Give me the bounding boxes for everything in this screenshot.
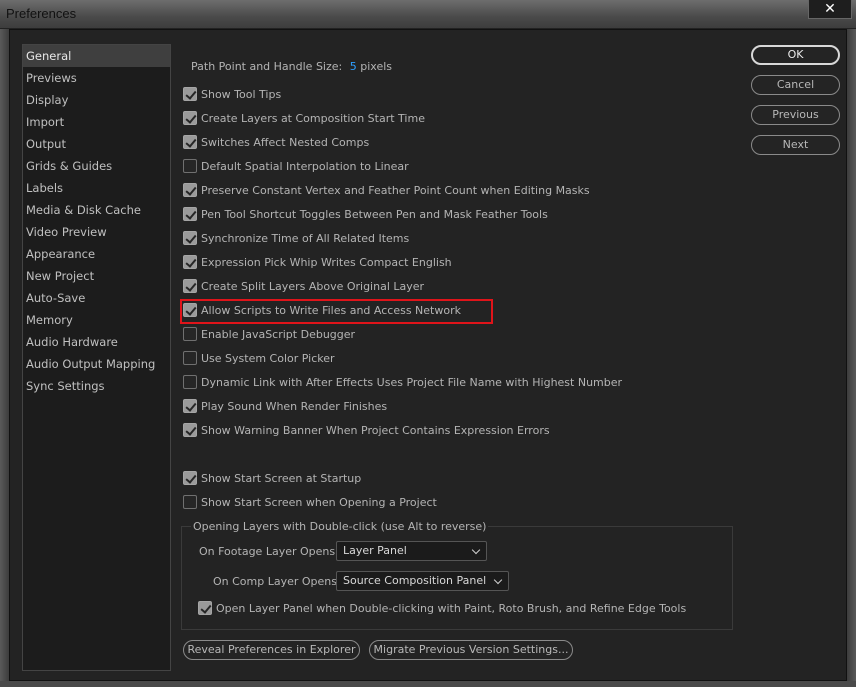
sidebar-item-audio-output-mapping[interactable]: Audio Output Mapping [23, 353, 170, 375]
path-point-size-value[interactable]: 5 [350, 60, 357, 73]
option-synchronize-time[interactable]: Synchronize Time of All Related Items [183, 230, 409, 246]
path-point-size-label: Path Point and Handle Size: [191, 60, 343, 73]
close-button[interactable]: ✕ [808, 0, 852, 19]
sidebar-item-video-preview[interactable]: Video Preview [23, 221, 170, 243]
option-label: Use System Color Picker [201, 351, 335, 365]
option-label: Enable JavaScript Debugger [201, 327, 356, 341]
option-pen-tool-shortcut[interactable]: Pen Tool Shortcut Toggles Between Pen an… [183, 206, 548, 222]
sidebar-item-sync-settings[interactable]: Sync Settings [23, 375, 170, 397]
option-label: Dynamic Link with After Effects Uses Pro… [201, 375, 623, 389]
option-enable-js-debugger[interactable]: Enable JavaScript Debugger [183, 326, 355, 342]
option-start-screen-opening[interactable]: Show Start Screen when Opening a Project [183, 494, 437, 510]
checkbox[interactable] [183, 423, 197, 437]
window-title: Preferences [6, 6, 77, 21]
option-play-sound[interactable]: Play Sound When Render Finishes [183, 398, 387, 414]
sidebar-item-media-disk-cache[interactable]: Media & Disk Cache [23, 199, 170, 221]
sidebar-item-previews[interactable]: Previews [23, 67, 170, 89]
close-icon[interactable]: ✕ [824, 1, 836, 17]
window-frame-bottom [0, 681, 856, 687]
checkbox[interactable] [183, 231, 197, 245]
option-label: Show Warning Banner When Project Contain… [201, 423, 550, 437]
option-label: Show Start Screen when Opening a Project [201, 495, 437, 509]
option-default-spatial-linear[interactable]: Default Spatial Interpolation to Linear [183, 158, 409, 174]
option-label: Default Spatial Interpolation to Linear [201, 159, 409, 173]
option-label: Play Sound When Render Finishes [201, 399, 388, 413]
window-frame-right [847, 29, 856, 687]
checkbox[interactable] [183, 207, 197, 221]
migrate-settings-button[interactable]: Migrate Previous Version Settings... [369, 640, 573, 660]
footage-layer-label: On Footage Layer Opens: [199, 545, 339, 558]
sidebar-item-display[interactable]: Display [23, 89, 170, 111]
footage-layer-value: Layer Panel [343, 544, 407, 557]
reveal-preferences-button[interactable]: Reveal Preferences in Explorer [183, 640, 360, 660]
sidebar-item-import[interactable]: Import [23, 111, 170, 133]
checkbox[interactable] [198, 601, 212, 615]
cancel-button[interactable]: Cancel [751, 75, 840, 95]
option-label: Switches Affect Nested Comps [201, 135, 370, 149]
option-label: Preserve Constant Vertex and Feather Poi… [201, 183, 590, 197]
previous-button[interactable]: Previous [751, 105, 840, 125]
footage-layer-dropdown[interactable]: Layer Panel [336, 541, 487, 561]
checkbox[interactable] [183, 87, 197, 101]
window-frame-left [0, 29, 9, 687]
path-point-size-setting: Path Point and Handle Size: 5 pixels [191, 60, 392, 73]
sidebar-item-appearance[interactable]: Appearance [23, 243, 170, 265]
opening-layers-title: Opening Layers with Double-click (use Al… [191, 520, 489, 533]
ok-button[interactable]: OK [751, 45, 840, 65]
checkbox[interactable] [183, 255, 197, 269]
option-label: Show Tool Tips [201, 87, 282, 101]
checkbox[interactable] [183, 183, 197, 197]
comp-layer-value: Source Composition Panel [343, 574, 487, 587]
option-label: Show Start Screen at Startup [201, 471, 362, 485]
comp-layer-dropdown[interactable]: Source Composition Panel [336, 571, 509, 591]
sidebar-item-memory[interactable]: Memory [23, 309, 170, 331]
option-label: Create Layers at Composition Start Time [201, 111, 425, 125]
sidebar-item-auto-save[interactable]: Auto-Save [23, 287, 170, 309]
checkbox[interactable] [183, 351, 197, 365]
category-sidebar: General Previews Display Import Output G… [22, 44, 171, 671]
option-label: Pen Tool Shortcut Toggles Between Pen an… [201, 207, 548, 221]
option-switches-affect-nested[interactable]: Switches Affect Nested Comps [183, 134, 369, 150]
checkbox[interactable] [183, 327, 197, 341]
title-bar: Preferences ✕ [0, 0, 856, 29]
sidebar-item-new-project[interactable]: New Project [23, 265, 170, 287]
checkbox[interactable] [183, 111, 197, 125]
option-create-layers-at-start[interactable]: Create Layers at Composition Start Time [183, 110, 425, 126]
sidebar-item-audio-hardware[interactable]: Audio Hardware [23, 331, 170, 353]
option-label: Expression Pick Whip Writes Compact Engl… [201, 255, 452, 269]
option-start-screen-startup[interactable]: Show Start Screen at Startup [183, 470, 361, 486]
checkbox[interactable] [183, 471, 197, 485]
sidebar-item-labels[interactable]: Labels [23, 177, 170, 199]
option-expression-pick-whip[interactable]: Expression Pick Whip Writes Compact Engl… [183, 254, 452, 270]
sidebar-item-grids-guides[interactable]: Grids & Guides [23, 155, 170, 177]
highlight-box [180, 299, 493, 324]
checkbox[interactable] [183, 495, 197, 509]
next-button[interactable]: Next [751, 135, 840, 155]
sidebar-item-output[interactable]: Output [23, 133, 170, 155]
checkbox[interactable] [183, 399, 197, 413]
comp-layer-label: On Comp Layer Opens: [213, 575, 341, 588]
checkbox[interactable] [183, 279, 197, 293]
chevron-down-icon [471, 545, 481, 555]
checkbox[interactable] [183, 135, 197, 149]
option-label: Synchronize Time of All Related Items [201, 231, 410, 245]
chevron-down-icon [493, 575, 503, 585]
option-warning-banner[interactable]: Show Warning Banner When Project Contain… [183, 422, 550, 438]
option-split-layers-above[interactable]: Create Split Layers Above Original Layer [183, 278, 424, 294]
sidebar-item-general[interactable]: General [23, 45, 170, 67]
checkbox[interactable] [183, 375, 197, 389]
option-dynamic-link[interactable]: Dynamic Link with After Effects Uses Pro… [183, 374, 622, 390]
path-point-size-unit: pixels [360, 60, 392, 73]
option-system-color-picker[interactable]: Use System Color Picker [183, 350, 335, 366]
option-open-layer-panel[interactable]: Open Layer Panel when Double-clicking wi… [198, 600, 686, 616]
option-preserve-vertex-count[interactable]: Preserve Constant Vertex and Feather Poi… [183, 182, 590, 198]
option-label: Open Layer Panel when Double-clicking wi… [216, 601, 687, 615]
option-show-tool-tips[interactable]: Show Tool Tips [183, 86, 281, 102]
checkbox[interactable] [183, 159, 197, 173]
option-label: Create Split Layers Above Original Layer [201, 279, 425, 293]
